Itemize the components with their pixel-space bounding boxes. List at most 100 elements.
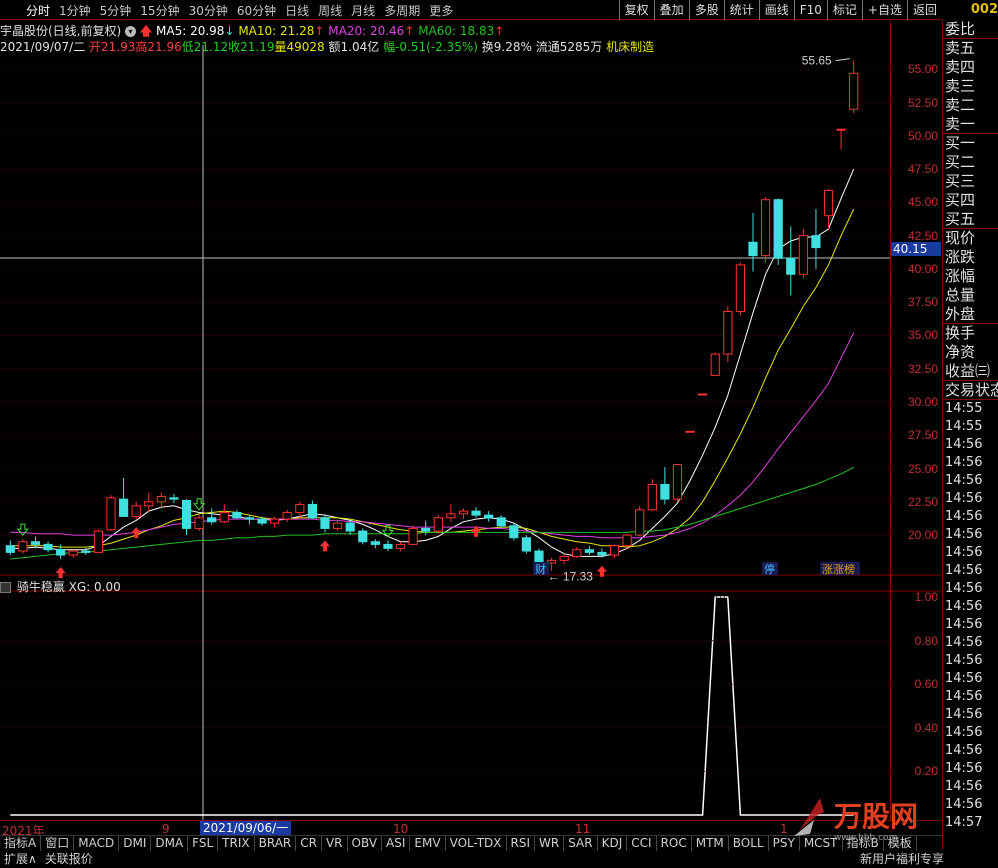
sell-level-2[interactable]: 卖三: [943, 77, 998, 96]
indicator-tab-3[interactable]: DMI: [119, 836, 152, 851]
indicator-tab-17[interactable]: KDJ: [598, 836, 628, 851]
price-tick: 25.00: [907, 461, 938, 476]
indicator-tab-15[interactable]: WR: [535, 836, 565, 851]
indicator-tab-6[interactable]: TRIX: [218, 836, 255, 851]
indicator-tab-2[interactable]: MACD: [74, 836, 120, 851]
trade-status-title[interactable]: 交易状态: [943, 381, 998, 400]
indicator-tab-19[interactable]: ROC: [657, 836, 692, 851]
candle-body: [81, 550, 91, 553]
candle-body: [773, 199, 783, 259]
buy-level-1[interactable]: 买二: [943, 153, 998, 172]
buy-level-3[interactable]: 买四: [943, 191, 998, 210]
candle-body: [597, 551, 607, 556]
indicator-tab-16[interactable]: SAR: [564, 836, 598, 851]
indicator-tab-10[interactable]: OBV: [348, 836, 383, 851]
candle-body: [760, 199, 771, 257]
stat-2[interactable]: 涨幅: [943, 267, 998, 286]
indicator-tab-11[interactable]: ASI: [382, 836, 411, 851]
sell-level-4[interactable]: 卖一: [943, 115, 998, 134]
x-label-nov: 11: [575, 822, 591, 836]
candle-body: [622, 534, 632, 547]
trade-time: 14:56: [945, 545, 983, 560]
indicator-title: 骑牛稳赢 XG: 0.00: [0, 578, 121, 595]
watermark-url: www.bbb.com: [834, 833, 897, 843]
trade-time: 14:56: [945, 437, 983, 452]
indicator-tab-18[interactable]: CCI: [627, 836, 657, 851]
stat-3[interactable]: 总量: [943, 286, 998, 305]
halt-tag[interactable]: 停: [762, 562, 778, 576]
indicator-tab-5[interactable]: FSL: [188, 836, 219, 851]
candle-body: [30, 541, 41, 545]
trade-time: 14:56: [945, 527, 983, 542]
stat2-0[interactable]: 换手: [943, 324, 998, 343]
candle-body: [836, 128, 846, 131]
stat2-2[interactable]: 收益㈢: [943, 362, 998, 381]
indicator-tab-8[interactable]: CR: [296, 836, 322, 851]
xg-line: [10, 596, 854, 816]
candle-body: [433, 517, 443, 532]
indicator-tab-9[interactable]: VR: [322, 836, 348, 851]
indicator-tab-14[interactable]: RSI: [507, 836, 536, 851]
expand-button[interactable]: 扩展∧: [0, 851, 41, 868]
candle-body: [811, 235, 821, 249]
indicator-close-icon[interactable]: [0, 582, 11, 593]
buy-level-2[interactable]: 买三: [943, 172, 998, 191]
trade-time: 14:56: [945, 761, 983, 776]
candle-body: [68, 550, 78, 556]
candle-body: [106, 497, 116, 531]
candlestick-chart[interactable]: 55.65 ← 17.33财 停 涨涨榜: [0, 0, 998, 868]
candle-body: [118, 498, 129, 517]
trade-time: 14:56: [945, 617, 983, 632]
candle-body: [496, 517, 506, 527]
indicator-tab-13[interactable]: VOL-TDX: [446, 836, 507, 851]
sell-level-3[interactable]: 卖二: [943, 96, 998, 115]
limit-up-tag[interactable]: 涨涨榜: [820, 562, 860, 576]
candle-body: [798, 235, 808, 275]
stat-1[interactable]: 涨跌: [943, 248, 998, 267]
candle-body: [609, 545, 620, 556]
indicator-tab-4[interactable]: DMA: [151, 836, 189, 851]
status-bar: 扩展∧ 关联报价 新用户福利专享: [0, 851, 998, 868]
sell-level-0[interactable]: 卖五: [943, 39, 998, 58]
stock-chart-app: { "top": { "period_tabs": ["分时","1分钟","5…: [0, 0, 998, 868]
buy-level-4[interactable]: 买五: [943, 210, 998, 229]
trade-time: 14:56: [945, 455, 983, 470]
trade-time: 14:56: [945, 725, 983, 740]
candle-body: [471, 510, 481, 516]
candle-body: [131, 505, 141, 517]
finance-tag[interactable]: 财: [533, 562, 549, 576]
svg-text:涨涨榜: 涨涨榜: [822, 562, 855, 576]
promo-link[interactable]: 新用户福利专享: [856, 851, 948, 868]
stat-4[interactable]: 外盘: [943, 305, 998, 324]
related-quote-button[interactable]: 关联报价: [41, 851, 97, 868]
candle-body: [484, 514, 494, 519]
low-label: ← 17.33: [548, 570, 594, 584]
x-label-oct: 10: [393, 822, 409, 836]
indicator-tab-21[interactable]: BOLL: [729, 836, 769, 851]
indicator-tab-12[interactable]: EMV: [410, 836, 446, 851]
price-tick: 47.50: [907, 162, 938, 177]
candle-body: [521, 537, 532, 552]
stat2-1[interactable]: 净资: [943, 343, 998, 362]
watermark-logo: 万股网 www.bbb.com: [790, 790, 948, 846]
indicator-tab-7[interactable]: BRAR: [255, 836, 297, 851]
trade-time: 14:56: [945, 491, 983, 506]
indicator-tab-1[interactable]: 窗口: [41, 836, 75, 851]
candle-body: [823, 189, 834, 217]
buy-level-0[interactable]: 买一: [943, 134, 998, 153]
candle-body: [786, 257, 796, 275]
candle-body: [685, 430, 695, 433]
indicator-tab-20[interactable]: MTM: [692, 836, 729, 851]
stat-0[interactable]: 现价: [943, 229, 998, 248]
webi-header[interactable]: 委比: [943, 20, 998, 39]
cursor-price-tag: 40.15: [891, 242, 941, 256]
indicator-name[interactable]: 骑牛稳赢: [17, 580, 65, 594]
candle-body: [219, 511, 229, 523]
sell-level-1[interactable]: 卖四: [943, 58, 998, 77]
trade-time: 14:56: [945, 689, 983, 704]
indicator-tab-0[interactable]: 指标A: [0, 836, 42, 851]
candle-body: [156, 495, 166, 503]
indicator-tick: 0.80: [914, 633, 938, 648]
candle-body: [572, 549, 582, 557]
candle-body: [207, 517, 217, 523]
